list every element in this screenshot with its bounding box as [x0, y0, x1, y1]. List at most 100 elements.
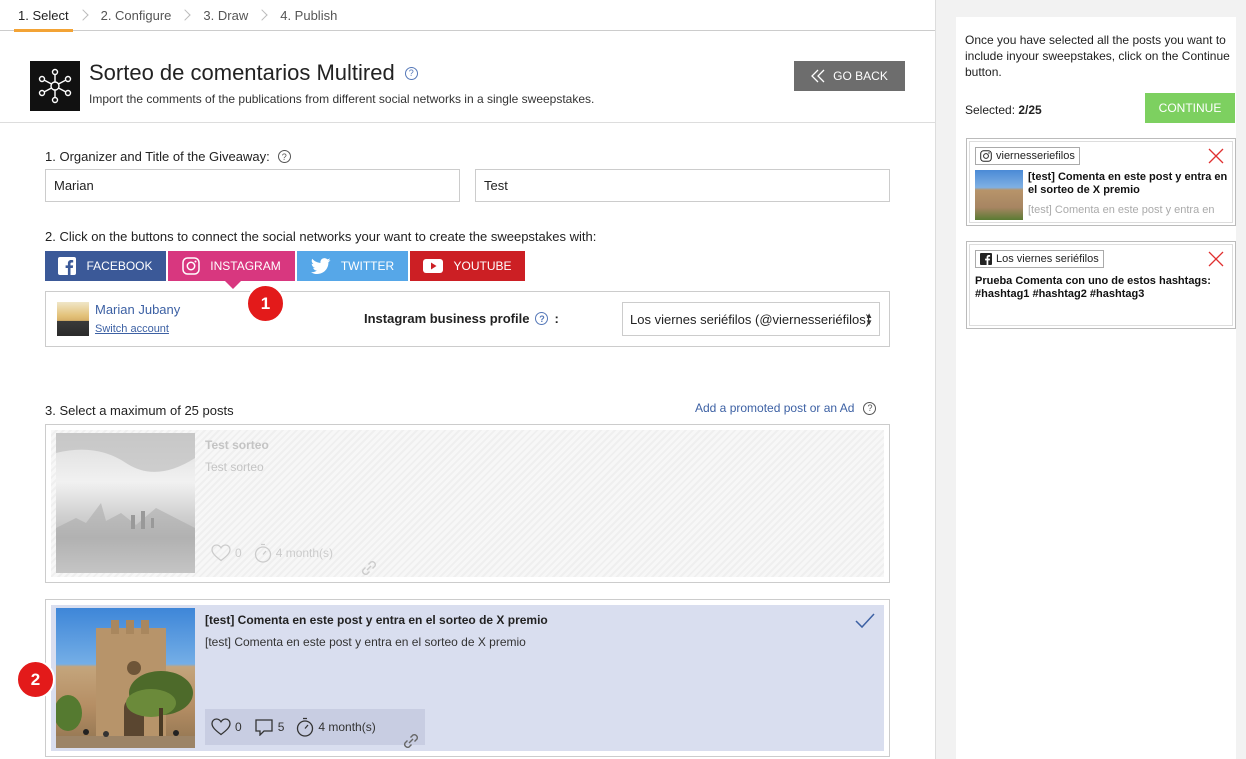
facebook-icon: [58, 257, 77, 275]
selected-post-card-inner: Los viernes seriéfilos Prueba Comenta co…: [969, 244, 1233, 326]
help-icon[interactable]: ?: [535, 312, 549, 325]
go-back-button[interactable]: GO BACK: [794, 61, 905, 91]
instagram-icon: [980, 150, 992, 162]
page-subtitle: Import the comments of the publications …: [89, 92, 595, 106]
select-arrows-icon: ▲ ▼: [865, 311, 873, 327]
post-card[interactable]: Test sorteo Test sorteo 0 4 month(s): [45, 424, 890, 583]
business-profile-select[interactable]: Los viernes seriéfilos (@viernesseriéfil…: [622, 302, 880, 336]
step-configure[interactable]: 2. Configure: [101, 0, 172, 31]
annotation-badge-1: 1: [246, 284, 285, 323]
post-card-content: Test sorteo Test sorteo 0 4 month(s): [51, 430, 884, 577]
card-title: Prueba Comenta con uno de estos hashtags…: [975, 275, 1211, 300]
likes-stat: 0: [211, 544, 242, 562]
step-draw[interactable]: 3. Draw: [203, 0, 248, 31]
card-account-tag: viernesseriefilos: [975, 147, 1080, 165]
post-age: 4 month(s): [318, 720, 376, 734]
step-publish[interactable]: 4. Publish: [280, 0, 337, 31]
selection-panel: Once you have selected all the posts you…: [956, 17, 1236, 759]
selected-post-card: Los viernes seriéfilos Prueba Comenta co…: [966, 241, 1236, 329]
organizer-label-text: 1. Organizer and Title of the Giveaway:: [45, 149, 270, 164]
stopwatch-icon: [297, 717, 314, 737]
age-stat: 4 month(s): [254, 543, 333, 563]
checkmark-icon: [855, 613, 875, 629]
stopwatch-icon: [254, 543, 271, 563]
facebook-button[interactable]: FACEBOOK: [45, 251, 166, 281]
business-profile-value: Los viernes seriéfilos (@viernesseriéfil…: [630, 311, 871, 327]
switch-account-link[interactable]: Switch account: [95, 323, 169, 335]
age-stat: 4 month(s): [296, 717, 376, 737]
chevron-right-icon: [256, 9, 268, 21]
organizer-input[interactable]: [45, 169, 460, 202]
youtube-icon: [423, 259, 444, 273]
post-title: [test] Comenta en este post y entra en e…: [205, 613, 548, 627]
post-thumbnail: [54, 608, 195, 748]
selected-value: 2/25: [1018, 103, 1042, 117]
comments-count: 5: [277, 720, 285, 734]
chevron-right-icon: [76, 9, 89, 21]
post-thumbnail: [56, 433, 195, 573]
step-label: 4. Publish: [280, 7, 338, 23]
twitter-button[interactable]: TWITTER: [297, 251, 408, 281]
help-icon[interactable]: ?: [863, 401, 877, 415]
post-body: Test sorteo: [205, 460, 264, 474]
link-icon[interactable]: [401, 731, 421, 751]
add-promoted-post-link[interactable]: Add a promoted post or an Ad ?: [695, 401, 877, 415]
step-select[interactable]: 1. Select: [14, 0, 73, 32]
post-body: [test] Comenta en este post y entra en e…: [205, 635, 526, 649]
post-age: 4 month(s): [275, 546, 334, 560]
selected-post-card-inner: viernesseriefilos [test] Comenta en este…: [969, 141, 1233, 223]
remove-icon[interactable]: [1208, 251, 1224, 267]
business-profile-label: Instagram business profile ? :: [364, 311, 559, 326]
sidebar-help-text: Once you have selected all the posts you…: [965, 33, 1230, 79]
card-title: [test] Comenta en este post y entra en e…: [1028, 171, 1228, 196]
promo-link-text: Add a promoted post or an Ad: [695, 401, 855, 415]
likes-stat: 0: [211, 718, 242, 736]
step-label: 2. Configure: [100, 7, 172, 23]
network-logo-icon: [30, 61, 80, 111]
help-icon[interactable]: ?: [277, 150, 291, 163]
comments-stat: 5: [254, 718, 285, 736]
heart-icon: [211, 544, 231, 562]
instagram-button[interactable]: INSTAGRAM: [168, 251, 295, 281]
posts-section-label: 3. Select a maximum of 25 posts: [45, 403, 234, 418]
page-header: Sorteo de comentarios Multired ? Import …: [0, 31, 935, 123]
organizer-section-label: 1. Organizer and Title of the Giveaway: …: [45, 149, 291, 164]
continue-button[interactable]: CONTINUE: [1145, 93, 1235, 123]
card-account-name: Los viernes seriéfilos: [996, 253, 1099, 265]
go-back-label: GO BACK: [833, 69, 888, 83]
selected-post-card: viernesseriefilos [test] Comenta en este…: [966, 138, 1236, 226]
selection-sidebar: Once you have selected all the posts you…: [935, 0, 1246, 759]
likes-count: 0: [235, 546, 242, 560]
account-name: Marian Jubany: [95, 302, 181, 317]
step-label: 3. Draw: [203, 7, 249, 23]
likes-count: 0: [235, 720, 242, 734]
card-body: [test] Comenta en este post y entra en: [1028, 204, 1215, 216]
card-thumbnail: [975, 170, 1023, 220]
selected-count: Selected: 2/25: [965, 103, 1042, 117]
twitter-label: TWITTER: [340, 259, 395, 273]
remove-icon[interactable]: [1208, 148, 1224, 164]
youtube-label: YOUTUBE: [453, 259, 512, 273]
instagram-label: INSTAGRAM: [210, 259, 281, 273]
post-stats: 0 5 4 month(s): [205, 709, 425, 745]
help-icon[interactable]: ?: [404, 66, 418, 80]
youtube-button[interactable]: YOUTUBE: [410, 251, 525, 281]
facebook-label: FACEBOOK: [86, 259, 153, 273]
instagram-icon: [182, 257, 201, 275]
double-chevron-left-icon: [811, 69, 825, 83]
business-profile-label-text: Instagram business profile: [364, 311, 530, 326]
post-card[interactable]: [test] Comenta en este post y entra en e…: [45, 599, 890, 757]
annotation-badge-2: 2: [16, 660, 55, 699]
facebook-icon: [980, 253, 992, 265]
giveaway-title-input[interactable]: [475, 169, 890, 202]
twitter-icon: [310, 257, 331, 274]
step-label: 1. Select: [18, 7, 69, 23]
card-account-tag: Los viernes seriéfilos: [975, 250, 1104, 268]
link-icon[interactable]: [359, 558, 379, 578]
active-network-pointer: [224, 280, 242, 289]
chevron-right-icon: [179, 9, 192, 21]
selected-label: Selected:: [965, 103, 1019, 117]
page-title-text: Sorteo de comentarios Multired: [89, 60, 395, 85]
profile-label-colon: :: [554, 311, 559, 326]
card-account-name: viernesseriefilos: [996, 150, 1075, 162]
